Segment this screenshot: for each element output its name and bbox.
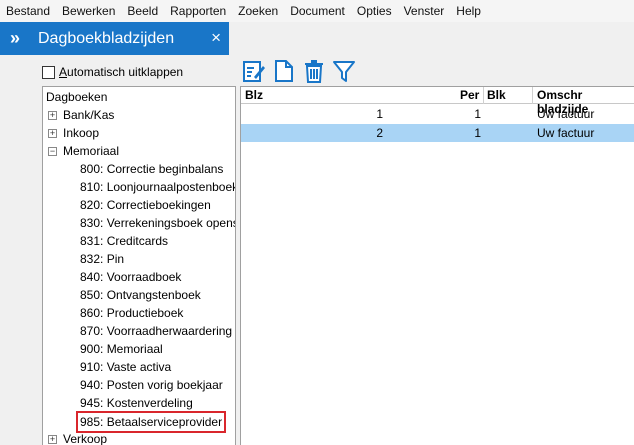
- menu-opties[interactable]: Opties: [357, 4, 392, 18]
- menu-document[interactable]: Document: [290, 4, 345, 18]
- edit-icon: [243, 61, 265, 82]
- tree-item[interactable]: 910: Vaste activa: [80, 358, 171, 376]
- tree-item[interactable]: 800: Correctie beginbalans: [80, 160, 223, 178]
- menu-venster[interactable]: Venster: [404, 4, 445, 18]
- expand-toggle-icon[interactable]: +: [48, 435, 57, 444]
- auto-expand-checkbox[interactable]: [42, 65, 55, 79]
- column-divider: [483, 87, 484, 104]
- tree-group-inkoop[interactable]: Inkoop: [63, 124, 99, 142]
- tree-item[interactable]: 820: Correctieboekingen: [80, 196, 211, 214]
- menu-beeld[interactable]: Beeld: [127, 4, 158, 18]
- cell-per: 1: [474, 126, 481, 140]
- menu-bestand[interactable]: Bestand: [6, 4, 50, 18]
- filter-button[interactable]: [331, 58, 357, 84]
- tree-item[interactable]: 860: Productieboek: [80, 304, 183, 322]
- tree-item[interactable]: 832: Pin: [80, 250, 124, 268]
- tree-root[interactable]: Dagboeken: [46, 88, 107, 106]
- grid-header: Blz Per Blk Omschr bladzijde: [241, 87, 634, 116]
- table-row-selected[interactable]: 2 1 Uw factuur: [241, 124, 634, 142]
- tree-group-bank-kas[interactable]: Bank/Kas: [63, 106, 114, 124]
- tree-group-memoriaal[interactable]: Memoriaal: [63, 142, 119, 160]
- table-row[interactable]: 1 1 Uw factuur: [241, 105, 634, 123]
- collapse-toggle-icon[interactable]: −: [48, 147, 57, 156]
- journal-tree[interactable]: Dagboeken + Bank/Kas + Inkoop − Memoriaa…: [42, 86, 236, 445]
- menu-bar: Bestand Bewerken Beeld Rapporten Zoeken …: [0, 0, 634, 22]
- edit-button[interactable]: [241, 58, 267, 84]
- close-icon[interactable]: ×: [211, 28, 221, 48]
- tree-item[interactable]: 831: Creditcards: [80, 232, 168, 250]
- menu-rapporten[interactable]: Rapporten: [170, 4, 226, 18]
- expand-toggle-icon[interactable]: +: [48, 129, 57, 138]
- tree-item[interactable]: 900: Memoriaal: [80, 340, 163, 358]
- cell-omschr: Uw factuur: [537, 107, 595, 121]
- new-document-icon: [275, 60, 293, 82]
- cell-per: 1: [474, 107, 481, 121]
- cell-omschr: Uw factuur: [537, 126, 595, 140]
- menu-help[interactable]: Help: [456, 4, 481, 18]
- tree-item[interactable]: 830: Verrekeningsboek opensta: [80, 214, 235, 232]
- tree-item-selected[interactable]: 985: Betaalserviceprovider: [75, 411, 227, 433]
- new-button[interactable]: [271, 58, 297, 84]
- toolbar: [241, 57, 361, 85]
- column-header-per[interactable]: Per: [460, 88, 479, 102]
- column-header-blk[interactable]: Blk: [487, 88, 506, 102]
- tree-item[interactable]: 940: Posten vorig boekjaar: [80, 376, 223, 394]
- tree-item[interactable]: 870: Voorraadherwaardering: [80, 322, 232, 340]
- expand-panel-button[interactable]: »: [0, 22, 30, 55]
- panel-title-bar: Dagboekbladzijden ×: [30, 22, 229, 55]
- filter-icon: [333, 61, 355, 82]
- menu-bewerken[interactable]: Bewerken: [62, 4, 115, 18]
- column-divider: [532, 87, 533, 104]
- double-chevron-right-icon: »: [9, 28, 20, 48]
- expand-toggle-icon[interactable]: +: [48, 111, 57, 120]
- tree-item[interactable]: 840: Voorraadboek: [80, 268, 181, 286]
- left-strip: »: [0, 22, 30, 445]
- delete-button[interactable]: [301, 58, 327, 84]
- tree-group-verkoop[interactable]: Verkoop: [63, 430, 107, 445]
- pages-grid[interactable]: Blz Per Blk Omschr bladzijde 1 1 Uw fact…: [240, 86, 634, 445]
- panel-title: Dagboekbladzijden: [38, 29, 175, 47]
- tree-item[interactable]: 850: Ontvangstenboek: [80, 286, 201, 304]
- tree-item[interactable]: 810: Loonjournaalpostenboek: [80, 178, 235, 196]
- column-header-blz[interactable]: Blz: [245, 88, 263, 102]
- menu-zoeken[interactable]: Zoeken: [238, 4, 278, 18]
- tree-item[interactable]: 945: Kostenverdeling: [80, 394, 193, 412]
- auto-expand-row[interactable]: Automatisch uitklappen: [42, 64, 183, 80]
- delete-icon: [305, 60, 323, 83]
- cell-blz: 1: [376, 107, 383, 121]
- cell-blz: 2: [376, 126, 383, 140]
- auto-expand-label: Automatisch uitklappen: [59, 65, 184, 79]
